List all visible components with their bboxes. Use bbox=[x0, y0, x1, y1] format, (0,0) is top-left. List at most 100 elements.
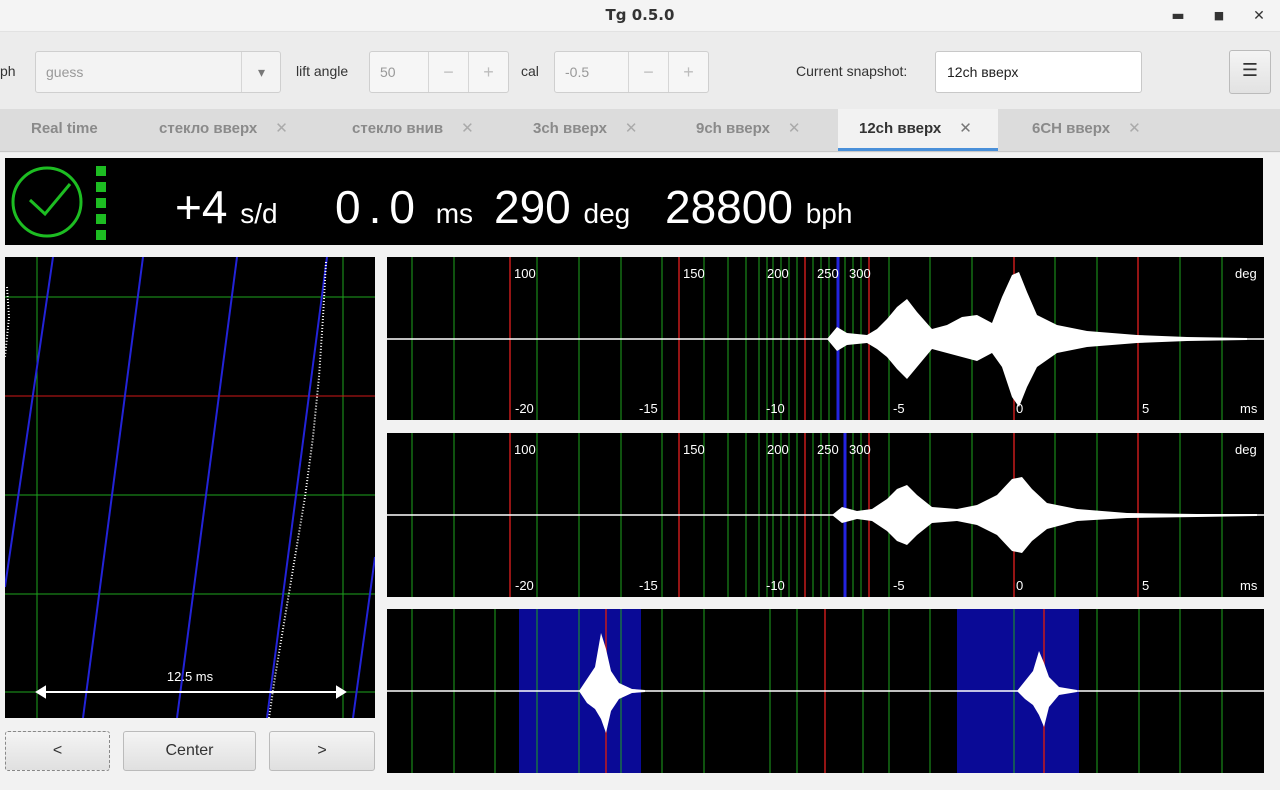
toc-waveform-plot: 100 150 200 250 300 deg -20 -15 -10 -5 0 5 ms bbox=[387, 433, 1264, 597]
hamburger-menu-button[interactable]: ☰ bbox=[1229, 50, 1271, 94]
svg-text:deg: deg bbox=[1235, 442, 1257, 457]
svg-text:-15: -15 bbox=[639, 401, 658, 416]
snapshot-name-input[interactable]: 12ch вверх bbox=[935, 51, 1142, 93]
svg-text:ms: ms bbox=[1240, 578, 1258, 593]
center-button[interactable]: Center bbox=[123, 731, 256, 771]
svg-text:300: 300 bbox=[849, 442, 871, 457]
paperstrip-plot: 12.5 ms bbox=[4, 256, 376, 719]
toolbar: ph guess ▾ lift angle 50 − + cal -0.5 − … bbox=[0, 32, 1280, 110]
lift-angle-increment-button[interactable]: + bbox=[468, 52, 508, 92]
svg-text:-5: -5 bbox=[893, 578, 905, 593]
svg-text:0: 0 bbox=[1016, 578, 1023, 593]
tab-close-icon[interactable]: ✕ bbox=[959, 120, 972, 137]
beat-error-unit: ms bbox=[435, 198, 474, 229]
clock-ok-icon bbox=[11, 166, 83, 238]
tab-label: 6CH вверх bbox=[1032, 120, 1111, 137]
status-led bbox=[96, 166, 106, 176]
status-led bbox=[96, 230, 106, 240]
close-icon[interactable]: ✕ bbox=[1246, 4, 1272, 28]
status-led bbox=[96, 182, 106, 192]
beat-error-readout: 0.0 ms bbox=[335, 180, 473, 234]
tab-snapshot-5-active[interactable]: 12ch вверх ✕ bbox=[838, 109, 998, 151]
tab-real-time[interactable]: Real time bbox=[0, 109, 130, 151]
tab-snapshot-3[interactable]: 3ch вверх ✕ bbox=[500, 109, 660, 151]
chevron-down-icon[interactable]: ▾ bbox=[241, 52, 281, 92]
window-title: Tg 0.5.0 bbox=[605, 6, 675, 24]
title-bar: Tg 0.5.0 ▬ ■ ✕ bbox=[0, 0, 1280, 32]
tab-label: Real time bbox=[31, 120, 98, 137]
svg-text:100: 100 bbox=[514, 442, 536, 457]
svg-text:deg: deg bbox=[1235, 266, 1257, 281]
toc-waveform-display: 100 150 200 250 300 deg -20 -15 -10 -5 0 5 ms bbox=[387, 433, 1264, 597]
svg-text:200: 200 bbox=[767, 266, 789, 281]
tab-close-icon[interactable]: ✕ bbox=[625, 120, 638, 137]
maximize-icon[interactable]: ■ bbox=[1206, 4, 1232, 28]
cal-decrement-button[interactable]: − bbox=[628, 52, 668, 92]
paperstrip-scale-label: 12.5 ms bbox=[167, 669, 214, 684]
svg-text:5: 5 bbox=[1142, 578, 1149, 593]
lift-angle-label: lift angle bbox=[296, 63, 349, 79]
svg-text:0: 0 bbox=[1016, 401, 1023, 416]
svg-text:250: 250 bbox=[817, 442, 839, 457]
tab-close-icon[interactable]: ✕ bbox=[788, 120, 801, 137]
cal-increment-button[interactable]: + bbox=[668, 52, 708, 92]
svg-text:150: 150 bbox=[683, 266, 705, 281]
next-button[interactable]: > bbox=[269, 731, 375, 771]
svg-text:-5: -5 bbox=[893, 401, 905, 416]
svg-text:200: 200 bbox=[767, 442, 789, 457]
bph-select[interactable]: guess ▾ bbox=[35, 51, 281, 93]
paperstrip-display: 12.5 ms bbox=[4, 256, 376, 719]
cal-label: cal bbox=[521, 63, 539, 79]
bph-select-value: guess bbox=[46, 64, 84, 80]
tic-waveform-plot: 100 150 200 250 300 deg -20 -15 -10 -5 0 5 ms bbox=[387, 257, 1264, 420]
svg-text:5: 5 bbox=[1142, 401, 1149, 416]
tab-snapshot-2[interactable]: стекло внив ✕ bbox=[310, 109, 500, 151]
tab-label: 12ch вверх bbox=[859, 120, 942, 137]
lift-angle-decrement-button[interactable]: − bbox=[428, 52, 468, 92]
tab-label: стекло внив bbox=[352, 120, 444, 137]
amplitude-value: 290 bbox=[494, 181, 571, 233]
tic-waveform-display: 100 150 200 250 300 deg -20 -15 -10 -5 0 5 ms bbox=[387, 257, 1264, 420]
cal-value[interactable]: -0.5 bbox=[565, 64, 589, 80]
cal-spinner[interactable]: -0.5 − + bbox=[554, 51, 709, 93]
tab-snapshot-6[interactable]: 6CH вверх ✕ bbox=[998, 109, 1168, 151]
lift-angle-spinner[interactable]: 50 − + bbox=[369, 51, 509, 93]
menu-icon: ☰ bbox=[1241, 60, 1259, 81]
svg-text:150: 150 bbox=[683, 442, 705, 457]
main-content: +4 s/d 0.0 ms 290 deg 28800 bph 12.5 ms … bbox=[0, 153, 1280, 790]
tab-close-icon[interactable]: ✕ bbox=[275, 120, 288, 137]
svg-text:ms: ms bbox=[1240, 401, 1258, 416]
bph-label: ph bbox=[0, 63, 16, 79]
bph-readout: 28800 bph bbox=[665, 180, 852, 234]
tab-snapshot-1[interactable]: стекло вверх ✕ bbox=[130, 109, 310, 151]
tab-close-icon[interactable]: ✕ bbox=[461, 120, 474, 137]
tab-bar: Real time стекло вверх ✕ стекло внив ✕ 3ch… bbox=[0, 109, 1280, 152]
tab-label: 9ch вверх bbox=[696, 120, 770, 137]
snapshot-name-value[interactable]: 12ch вверх bbox=[947, 64, 1018, 80]
svg-text:-10: -10 bbox=[766, 401, 785, 416]
svg-text:-15: -15 bbox=[639, 578, 658, 593]
tab-label: стекло вверх bbox=[159, 120, 258, 137]
rate-value: +4 bbox=[175, 181, 228, 233]
svg-text:100: 100 bbox=[514, 266, 536, 281]
period-waveform-display bbox=[387, 609, 1264, 773]
tab-close-icon[interactable]: ✕ bbox=[1128, 120, 1141, 137]
bph-unit: bph bbox=[805, 198, 853, 229]
svg-text:-20: -20 bbox=[515, 401, 534, 416]
amplitude-unit: deg bbox=[583, 198, 631, 229]
lift-angle-value[interactable]: 50 bbox=[380, 64, 396, 80]
minimize-icon[interactable]: ▬ bbox=[1165, 4, 1191, 28]
status-led bbox=[96, 198, 106, 208]
svg-text:-10: -10 bbox=[766, 578, 785, 593]
status-led bbox=[96, 214, 106, 224]
snapshot-label: Current snapshot: bbox=[796, 63, 908, 79]
tab-snapshot-4[interactable]: 9ch вверх ✕ bbox=[660, 109, 838, 151]
status-display: +4 s/d 0.0 ms 290 deg 28800 bph bbox=[5, 158, 1263, 245]
previous-button[interactable]: < bbox=[5, 731, 110, 771]
amplitude-readout: 290 deg bbox=[494, 180, 630, 234]
bph-value: 28800 bbox=[665, 181, 793, 233]
svg-text:250: 250 bbox=[817, 266, 839, 281]
svg-text:300: 300 bbox=[849, 266, 871, 281]
beat-error-value: 0.0 bbox=[335, 181, 423, 233]
rate-unit: s/d bbox=[240, 198, 278, 229]
